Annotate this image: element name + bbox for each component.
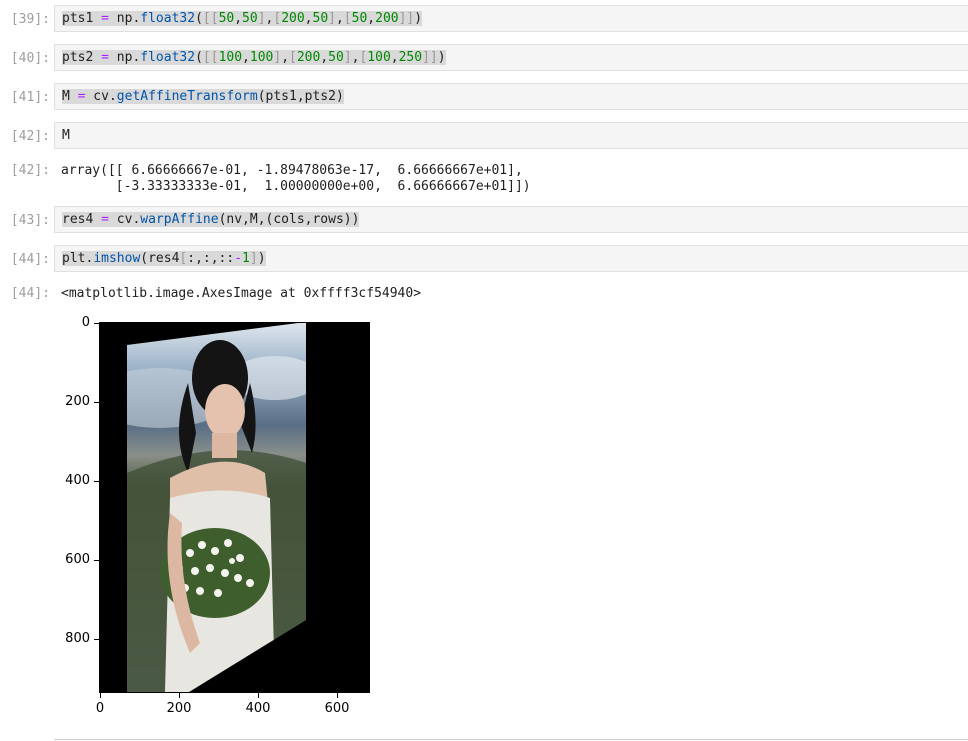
cell-43[interactable]: [43]: res4 = cv.warpAffine(nv,M,(cols,ro… (0, 206, 968, 234)
y-tick-label: 400 (65, 473, 90, 488)
code-input[interactable]: plt.imshow(res4[:,:,::-1]) (54, 245, 968, 272)
output-prompt: [44]: (10, 286, 50, 301)
y-tick-label: 0 (81, 315, 90, 330)
cell-44[interactable]: [44]: plt.imshow(res4[:,:,::-1]) (0, 245, 968, 273)
code-text: res4 = cv.warpAffine(nv,M,(cols,rows)) (62, 212, 360, 227)
code-input[interactable]: M (54, 122, 968, 149)
cell-42[interactable]: [42]: M (0, 122, 968, 150)
y-tick-label: 600 (65, 552, 90, 567)
code-input[interactable]: pts2 = np.float32([[100,100],[200,50],[1… (54, 44, 968, 71)
y-tick-mark (94, 560, 100, 561)
output-repr: <matplotlib.image.AxesImage at 0xffff3cf… (61, 286, 422, 301)
imshow-plot-area (99, 322, 370, 693)
y-tick-mark (94, 481, 100, 482)
y-tick-label: 800 (65, 631, 90, 646)
cell-prompt: [41]: (10, 90, 50, 105)
output-prompt: [42]: (10, 163, 50, 178)
x-tick-mark (100, 692, 101, 698)
output-array-line-1: array([[ 6.66666667e-01, -1.89478063e-17… (61, 163, 523, 178)
cell-39[interactable]: [39]: pts1 = np.float32([[50,50],[200,50… (0, 5, 968, 33)
cell-40[interactable]: [40]: pts2 = np.float32([[100,100],[200,… (0, 44, 968, 72)
x-tick-mark (179, 692, 180, 698)
code-input[interactable]: M = cv.getAffineTransform(pts1,pts2) (54, 83, 968, 110)
code-text: M (62, 128, 70, 143)
code-text: plt.imshow(res4[:,:,::-1]) (62, 251, 266, 266)
y-tick-mark (94, 323, 100, 324)
cell-prompt: [40]: (10, 51, 50, 66)
cell-41[interactable]: [41]: M = cv.getAffineTransform(pts1,pts… (0, 83, 968, 111)
code-text: M = cv.getAffineTransform(pts1,pts2) (62, 89, 344, 104)
x-tick-label: 400 (245, 701, 271, 716)
x-tick-label: 0 (95, 701, 105, 716)
cell-prompt: [44]: (10, 252, 50, 267)
y-tick-label: 200 (65, 394, 90, 409)
x-tick-mark (337, 692, 338, 698)
output-array-line-2: [-3.33333333e-01, 1.00000000e+00, 6.6666… (61, 179, 531, 194)
y-tick-mark (94, 402, 100, 403)
y-tick-mark (94, 639, 100, 640)
x-tick-mark (258, 692, 259, 698)
cell-prompt: [42]: (10, 129, 50, 144)
x-tick-label: 200 (166, 701, 192, 716)
cell-prompt: [39]: (10, 12, 50, 27)
x-tick-label: 600 (324, 701, 350, 716)
code-input[interactable]: res4 = cv.warpAffine(nv,M,(cols,rows)) (54, 206, 968, 233)
code-text: pts2 = np.float32([[100,100],[200,50],[1… (62, 50, 446, 65)
code-input[interactable]: pts1 = np.float32([[50,50],[200,50],[50,… (54, 5, 968, 32)
cell-separator (54, 739, 968, 740)
cell-prompt: [43]: (10, 213, 50, 228)
code-text: pts1 = np.float32([[50,50],[200,50],[50,… (62, 11, 423, 26)
warped-photo (127, 323, 306, 692)
